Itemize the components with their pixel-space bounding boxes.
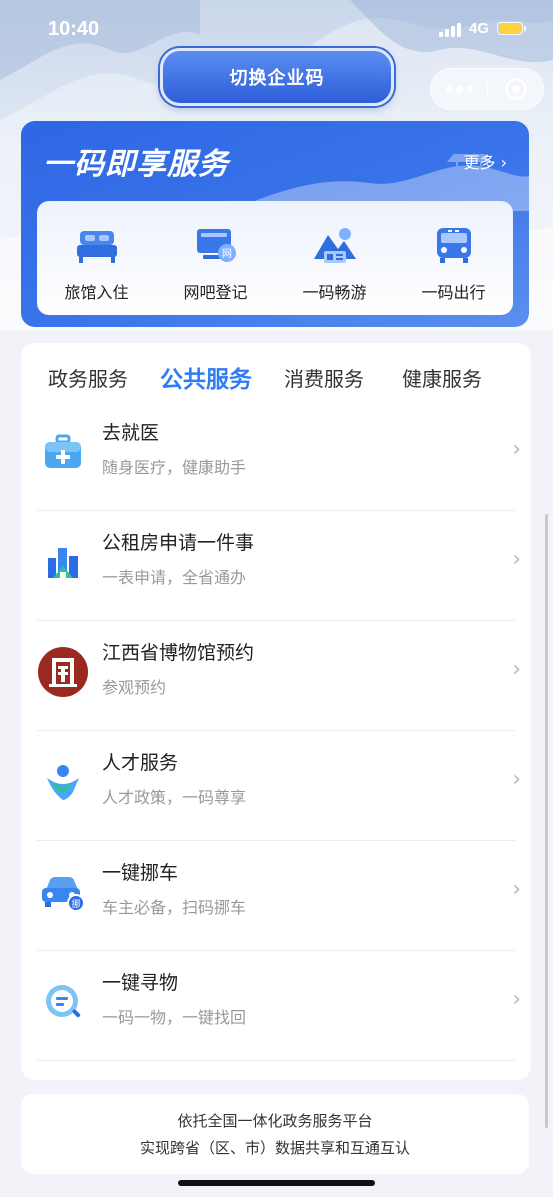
scenic-tour-icon bbox=[313, 228, 356, 263]
list-item-title: 一键寻物 bbox=[102, 972, 179, 994]
list-item-subtitle: 一表申请，全省通办 bbox=[102, 568, 247, 587]
public-housing-icon bbox=[37, 536, 89, 588]
status-time: 10:40 bbox=[48, 18, 100, 40]
list-item-move-car[interactable]: 挪 一键挪车 车主必备，扫码挪车 › bbox=[21, 841, 531, 951]
medical-kit-icon bbox=[37, 426, 89, 478]
chevron-right-icon: › bbox=[512, 437, 521, 462]
list-item-title: 人才服务 bbox=[102, 752, 179, 774]
switch-enterprise-code-label: 切换企业码 bbox=[229, 68, 325, 89]
museum-logo-icon bbox=[37, 646, 89, 698]
list-item-title: 公租房申请一件事 bbox=[102, 532, 255, 554]
quick-service-card: 一码即享服务 更多 › 旅馆入住 网 网吧登记 一码畅游 一码出行 bbox=[21, 121, 529, 327]
tab-public-services[interactable]: 公共服务 bbox=[147, 360, 265, 394]
chevron-right-icon: › bbox=[512, 987, 521, 1012]
list-item-subtitle: 人才政策，一码尊享 bbox=[102, 788, 247, 807]
quick-item-label: 一码出行 bbox=[421, 283, 486, 302]
chevron-right-icon: › bbox=[512, 657, 521, 682]
home-indicator[interactable] bbox=[178, 1180, 375, 1186]
talent-person-icon bbox=[37, 756, 89, 808]
card-title: 一码即享服务 bbox=[43, 147, 229, 182]
close-miniprogram-icon[interactable] bbox=[488, 78, 543, 100]
chevron-right-icon: › bbox=[495, 153, 507, 172]
scrollbar[interactable] bbox=[545, 514, 548, 1128]
quick-item-internet-cafe[interactable]: 网 网吧登记 bbox=[156, 201, 275, 315]
switch-enterprise-code-button[interactable]: 切换企业码 bbox=[160, 48, 394, 106]
list-item-subtitle: 车主必备，扫码挪车 bbox=[102, 898, 247, 917]
chevron-right-icon: › bbox=[512, 767, 521, 792]
chevron-right-icon: › bbox=[512, 877, 521, 902]
footer-line-1: 依托全国一体化政务服务平台 bbox=[177, 1112, 373, 1130]
list-item-find-item[interactable]: 一键寻物 一码一物，一键找回 › bbox=[21, 951, 531, 1061]
internet-cafe-icon: 网 bbox=[196, 229, 236, 262]
tab-health-services[interactable]: 健康服务 bbox=[383, 363, 501, 392]
hotel-bed-icon bbox=[76, 231, 117, 263]
list-item-title: 江西省博物馆预约 bbox=[102, 642, 255, 664]
quick-item-tour[interactable]: 一码畅游 bbox=[275, 201, 394, 315]
card-more-label: 更多 bbox=[463, 153, 496, 172]
move-car-icon: 挪 bbox=[37, 866, 89, 918]
miniprogram-capsule bbox=[430, 68, 544, 110]
quick-item-label: 旅馆入住 bbox=[64, 283, 129, 302]
tab-consumer-services[interactable]: 消费服务 bbox=[265, 363, 383, 392]
signal-icon bbox=[438, 21, 461, 37]
card-more-link[interactable]: 更多 › bbox=[464, 149, 508, 173]
list-item-title: 一键挪车 bbox=[102, 862, 179, 884]
bus-travel-icon bbox=[436, 228, 471, 263]
chevron-right-icon: › bbox=[512, 547, 521, 572]
find-item-icon bbox=[37, 976, 89, 1028]
service-list-panel: 政务服务 公共服务 消费服务 健康服务 去就医 随身医疗，健康助手 › 公租房申… bbox=[21, 343, 531, 1080]
quick-item-label: 网吧登记 bbox=[183, 283, 248, 302]
list-item-subtitle: 参观预约 bbox=[102, 678, 167, 697]
status-indicators: 4G bbox=[438, 20, 526, 37]
svg-text:挪: 挪 bbox=[71, 898, 80, 910]
list-item-title: 去就医 bbox=[102, 422, 160, 444]
list-item-medical[interactable]: 去就医 随身医疗，健康助手 › bbox=[21, 401, 531, 511]
list-item-subtitle: 一码一物，一键找回 bbox=[102, 1008, 247, 1027]
network-type: 4G bbox=[468, 20, 489, 37]
quick-item-label: 一码畅游 bbox=[302, 283, 367, 302]
divider bbox=[37, 1060, 515, 1061]
list-item-subtitle: 随身医疗，健康助手 bbox=[102, 458, 247, 477]
more-options-icon[interactable] bbox=[431, 85, 487, 93]
list-item-public-housing[interactable]: 公租房申请一件事 一表申请，全省通办 › bbox=[21, 511, 531, 621]
quick-service-panel: 旅馆入住 网 网吧登记 一码畅游 一码出行 bbox=[37, 201, 513, 315]
battery-icon bbox=[497, 22, 526, 35]
footer-notice: 依托全国一体化政务服务平台 实现跨省（区、市）数据共享和互通互认 bbox=[21, 1094, 529, 1174]
quick-item-travel[interactable]: 一码出行 bbox=[394, 201, 513, 315]
svg-text:网: 网 bbox=[222, 248, 232, 260]
footer-line-2: 实现跨省（区、市）数据共享和互通互认 bbox=[139, 1139, 410, 1157]
quick-item-hotel[interactable]: 旅馆入住 bbox=[37, 201, 156, 315]
tab-government-services[interactable]: 政务服务 bbox=[29, 363, 147, 392]
list-item-talent[interactable]: 人才服务 人才政策，一码尊享 › bbox=[21, 731, 531, 841]
list-item-museum[interactable]: 江西省博物馆预约 参观预约 › bbox=[21, 621, 531, 731]
